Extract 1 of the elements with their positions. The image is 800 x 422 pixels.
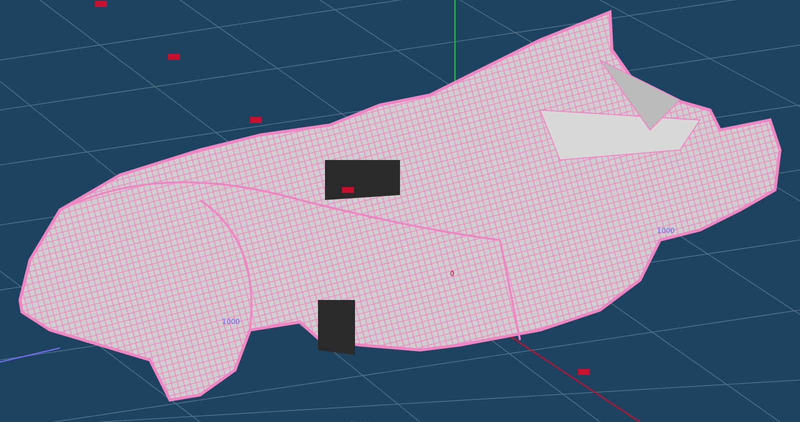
z-axis-line (0, 347, 60, 363)
